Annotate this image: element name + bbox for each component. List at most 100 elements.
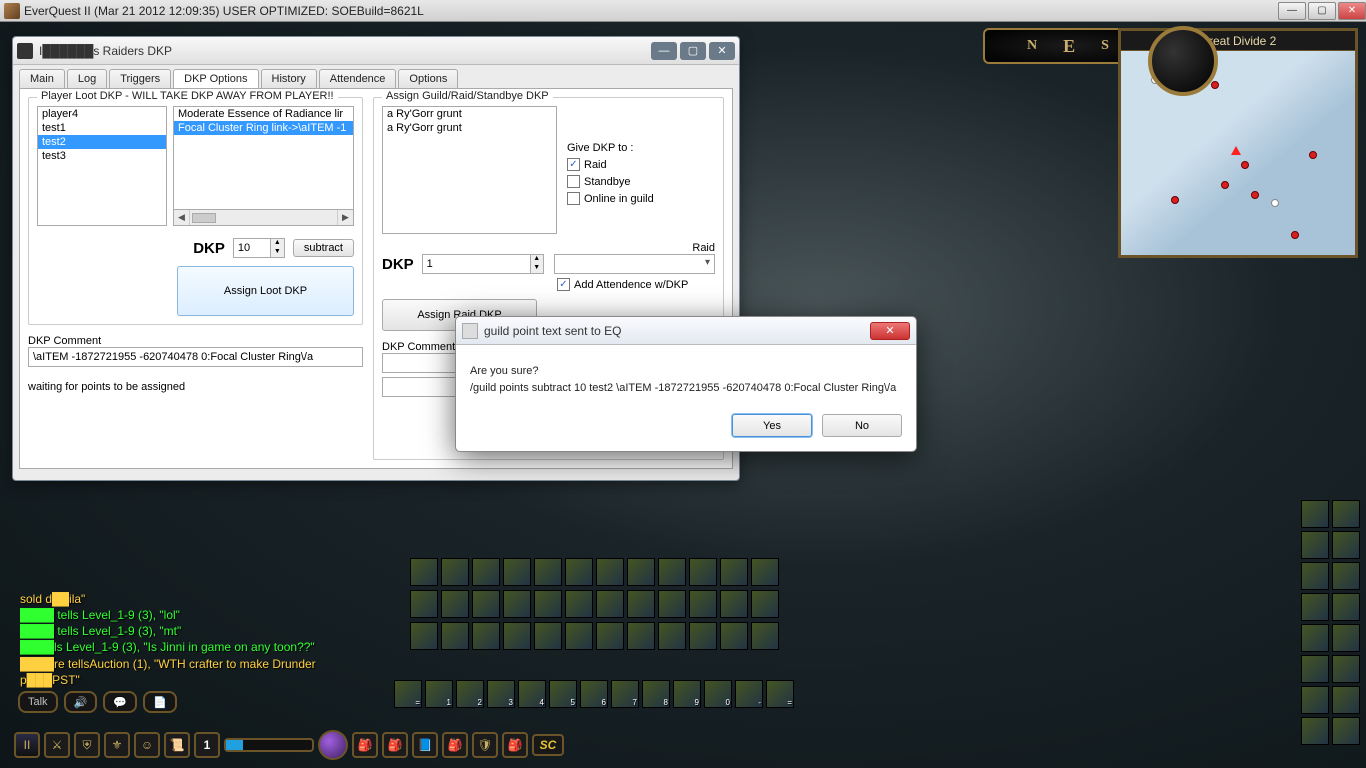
dkp-close-button[interactable]: ✕: [709, 42, 735, 60]
side-slot[interactable]: [1301, 686, 1329, 714]
dkp-minimize-button[interactable]: —: [651, 42, 677, 60]
talk-button[interactable]: Talk: [18, 691, 58, 713]
raid-dkp-input[interactable]: [422, 254, 531, 274]
standby-checkbox[interactable]: [567, 175, 580, 188]
dialog-title-bar[interactable]: guild point text sent to EQ ✕: [456, 317, 916, 345]
hotbar-slot[interactable]: [534, 558, 562, 586]
player-listbox[interactable]: player4 test1 test2 test3: [37, 106, 167, 226]
bag-icon[interactable]: 🎒: [352, 732, 378, 758]
side-slot[interactable]: [1301, 624, 1329, 652]
spin-up-icon[interactable]: ▲: [531, 255, 543, 264]
hotbar-slot[interactable]: [441, 558, 469, 586]
hotbar-slot[interactable]: [720, 590, 748, 618]
hotbar-slot[interactable]: [596, 590, 624, 618]
hotbar-slot[interactable]: [441, 590, 469, 618]
scroll-right-icon[interactable]: ▶: [337, 210, 353, 225]
chat-page-icon[interactable]: 📄: [143, 691, 177, 713]
tab-triggers[interactable]: Triggers: [109, 69, 171, 88]
hotbar-slot[interactable]: 3: [487, 680, 515, 708]
hotbar-slot[interactable]: [720, 558, 748, 586]
hotbar-slot[interactable]: 0: [704, 680, 732, 708]
loot-item-selected[interactable]: Focal Cluster Ring link->\aITEM -1: [174, 121, 353, 135]
tab-main[interactable]: Main: [19, 69, 65, 88]
hotbar-slot[interactable]: [751, 558, 779, 586]
side-slot[interactable]: [1332, 531, 1360, 559]
tab-options[interactable]: Options: [398, 69, 458, 88]
hotbar-slot[interactable]: [627, 590, 655, 618]
hotbar-slot[interactable]: 6: [580, 680, 608, 708]
player-item-selected[interactable]: test2: [38, 135, 166, 149]
side-slot[interactable]: [1301, 593, 1329, 621]
hotbar-slot[interactable]: [689, 622, 717, 650]
side-slot[interactable]: [1301, 562, 1329, 590]
scroll-thumb[interactable]: [192, 213, 216, 223]
hotbar-slot[interactable]: [410, 558, 438, 586]
loot-listbox[interactable]: Moderate Essence of Radiance lir Focal C…: [173, 106, 354, 210]
hotbar-slot[interactable]: [472, 622, 500, 650]
hotbar-slot[interactable]: [689, 558, 717, 586]
hotbar-slot[interactable]: [441, 622, 469, 650]
hotbar-slot[interactable]: [596, 558, 624, 586]
os-maximize-button[interactable]: ▢: [1308, 2, 1336, 20]
online-checkbox[interactable]: [567, 192, 580, 205]
hotbar-slot[interactable]: [565, 558, 593, 586]
hotbar-slot[interactable]: 7: [611, 680, 639, 708]
subtract-button[interactable]: subtract: [293, 239, 354, 257]
player-item[interactable]: player4: [38, 107, 166, 121]
side-slot[interactable]: [1332, 500, 1360, 528]
spin-down-icon[interactable]: ▼: [271, 248, 284, 257]
hotbar-slot[interactable]: 1: [425, 680, 453, 708]
hotbar-slot[interactable]: =: [766, 680, 794, 708]
side-slot[interactable]: [1301, 655, 1329, 683]
side-slot[interactable]: [1332, 686, 1360, 714]
dkp-title-bar[interactable]: I██████s Raiders DKP — ▢ ✕: [13, 37, 739, 65]
hotbar-slot[interactable]: [658, 622, 686, 650]
xp-orb[interactable]: [318, 730, 348, 760]
assign-loot-button[interactable]: Assign Loot DKP: [177, 266, 354, 316]
scroll-left-icon[interactable]: ◀: [174, 210, 190, 225]
eq2-menu-icon[interactable]: II: [14, 732, 40, 758]
mob-item[interactable]: a Ry'Gorr grunt: [383, 121, 556, 135]
loot-hscrollbar[interactable]: ◀ ▶: [173, 210, 354, 226]
station-cash-icon[interactable]: SC: [532, 734, 564, 756]
hotbar-slot[interactable]: [503, 622, 531, 650]
side-slot[interactable]: [1332, 624, 1360, 652]
hotbar-slot[interactable]: [472, 558, 500, 586]
volume-icon[interactable]: 🔊: [64, 691, 98, 713]
menu-button[interactable]: 📜: [164, 732, 190, 758]
spin-down-icon[interactable]: ▼: [531, 264, 543, 273]
menu-button[interactable]: ⛨: [74, 732, 100, 758]
spin-up-icon[interactable]: ▲: [271, 239, 284, 248]
bag-icon[interactable]: 🎒: [502, 732, 528, 758]
hotbar-slot[interactable]: 4: [518, 680, 546, 708]
tab-log[interactable]: Log: [67, 69, 107, 88]
hotbar-slot[interactable]: [658, 590, 686, 618]
hotbar-slot[interactable]: [627, 558, 655, 586]
hotbar-slot[interactable]: 5: [549, 680, 577, 708]
side-slot[interactable]: [1301, 531, 1329, 559]
player-item[interactable]: test3: [38, 149, 166, 163]
hotbar-slot[interactable]: 8: [642, 680, 670, 708]
dkp-value-input[interactable]: [233, 238, 271, 258]
mob-item[interactable]: a Ry'Gorr grunt: [383, 107, 556, 121]
chat-bubble-icon[interactable]: 💬: [103, 691, 137, 713]
dkp-maximize-button[interactable]: ▢: [680, 42, 706, 60]
hotbar-slot[interactable]: [565, 590, 593, 618]
hotbar-slot[interactable]: -: [735, 680, 763, 708]
hotbar-slot[interactable]: [410, 622, 438, 650]
bag-icon[interactable]: 📘: [412, 732, 438, 758]
hotbar-slot[interactable]: [410, 590, 438, 618]
hotbar-slot[interactable]: 9: [673, 680, 701, 708]
hotbar-slot[interactable]: 2: [456, 680, 484, 708]
hotbar-slot[interactable]: [503, 558, 531, 586]
dkp-comment-input[interactable]: [28, 347, 363, 367]
hotbar-slot[interactable]: [534, 590, 562, 618]
hotbar-slot[interactable]: [658, 558, 686, 586]
raid-checkbox[interactable]: ✓: [567, 158, 580, 171]
tab-dkp-options[interactable]: DKP Options: [173, 69, 258, 88]
no-button[interactable]: No: [822, 414, 902, 437]
tab-attendance[interactable]: Attendence: [319, 69, 397, 88]
tab-history[interactable]: History: [261, 69, 317, 88]
player-item[interactable]: test1: [38, 121, 166, 135]
side-slot[interactable]: [1332, 717, 1360, 745]
